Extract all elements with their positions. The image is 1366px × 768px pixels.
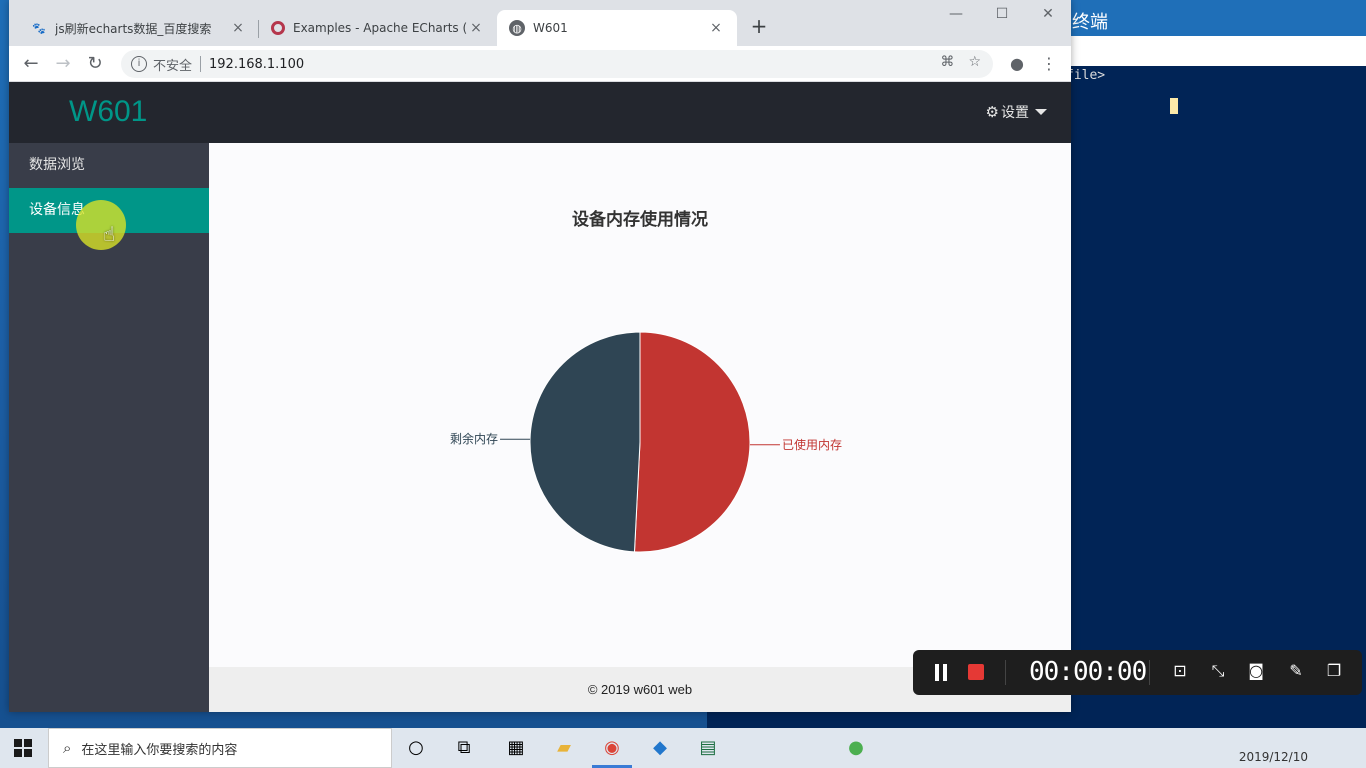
settings-menu[interactable]: ⚙ 设置 [986, 102, 1047, 122]
close-window-button[interactable]: ✕ [1025, 6, 1071, 22]
close-icon[interactable]: × [229, 20, 247, 36]
sidebar-item-data-browse[interactable]: 数据浏览 [9, 143, 209, 188]
tab-bar: 🐾 js刷新echarts数据_百度搜索 × Examples - Apache… [9, 0, 1071, 46]
maximize-button[interactable]: ☐ [979, 6, 1025, 22]
gear-icon: ⚙ [985, 103, 999, 121]
pen-icon[interactable]: ✎ [1285, 661, 1307, 680]
search-icon: ⌕ [63, 739, 72, 757]
terminal-prompt: file> [1066, 68, 1106, 83]
app-logo[interactable]: W601 [69, 95, 147, 129]
tab-title: W601 [533, 21, 568, 35]
focus-icon[interactable]: ⊡ [1169, 661, 1191, 680]
search-placeholder: 在这里输入你要搜索的内容 [81, 742, 238, 758]
app-header: W601 ⚙ 设置 [9, 82, 1071, 143]
menu-icon[interactable]: ⋮ [1039, 54, 1059, 73]
recorder-separator [1005, 660, 1006, 685]
back-button[interactable]: ← [19, 52, 43, 76]
file-explorer-icon[interactable]: ▰ [550, 734, 578, 762]
translate-icon[interactable]: ⌘ [940, 54, 954, 70]
profile-icon[interactable]: ● [1007, 54, 1027, 73]
address-bar[interactable]: i 不安全 192.168.1.100 ⌘ ☆ [121, 50, 993, 78]
taskbar-search[interactable]: ⌕ 在这里输入你要搜索的内容 [48, 728, 392, 768]
minimize-button[interactable]: — [933, 6, 979, 22]
app-icon[interactable]: ● [842, 734, 870, 762]
camera-icon[interactable]: ◙ [1245, 661, 1267, 680]
forward-button[interactable]: → [51, 52, 75, 76]
taskbar: ⌕ 在这里输入你要搜索的内容 ○ ⧉ ▦ ▰ ◉ ◆ ▤ ● 2019/12/1… [0, 728, 1366, 768]
pie-slice[interactable] [633, 331, 751, 553]
close-icon[interactable]: × [707, 20, 725, 36]
pie-label: 已使用内存 [782, 437, 842, 452]
baidu-paw-icon: 🐾 [32, 21, 46, 35]
hand-cursor-icon: ☝ [103, 222, 116, 246]
tab-title: js刷新echarts数据_百度搜索 [55, 21, 212, 36]
tab-w601[interactable]: ◍ W601 × [497, 10, 737, 46]
main-content: 设备内存使用情况 已使用内存 剩余内存 [209, 143, 1071, 667]
shrink-icon[interactable]: ⤡ [1207, 661, 1229, 681]
chrome-icon[interactable]: ◉ [598, 734, 626, 762]
terminal-cursor [1170, 98, 1178, 114]
excel-icon[interactable]: ▤ [694, 734, 722, 762]
close-icon[interactable]: × [467, 20, 485, 36]
tab-echarts[interactable]: Examples - Apache ECharts (in × [259, 10, 497, 46]
pie-label: 剩余内存 [450, 431, 498, 446]
echarts-icon [271, 21, 285, 35]
pause-icon[interactable] [933, 664, 949, 682]
windows-start-icon[interactable] [14, 739, 32, 757]
terminal-window[interactable]: 终端 file> [1060, 0, 1366, 728]
star-icon[interactable]: ☆ [968, 54, 981, 70]
tab-baidu[interactable]: 🐾 js刷新echarts数据_百度搜索 × [19, 10, 259, 46]
task-view-icon[interactable]: ⧉ [450, 734, 478, 762]
settings-label: 设置 [1001, 105, 1029, 121]
stop-icon[interactable] [968, 664, 984, 680]
calculator-icon[interactable]: ▦ [502, 734, 530, 762]
info-icon[interactable]: i [131, 56, 147, 72]
browser-window: 🐾 js刷新echarts数据_百度搜索 × Examples - Apache… [9, 0, 1071, 712]
browser-toolbar: ← → ↻ i 不安全 192.168.1.100 ⌘ ☆ ● ⋮ [9, 46, 1071, 82]
terminal-title: 终端 [1060, 0, 1366, 36]
tab-title: Examples - Apache ECharts (in [293, 21, 467, 35]
window-icon[interactable]: ❐ [1323, 661, 1345, 680]
omnibox-divider [200, 56, 202, 72]
cortana-icon[interactable]: ○ [402, 734, 430, 762]
new-tab-button[interactable]: + [747, 14, 771, 38]
reload-button[interactable]: ↻ [83, 52, 107, 76]
memory-pie-chart: 已使用内存 剩余内存 [450, 331, 842, 553]
vscode-icon[interactable]: ◆ [646, 734, 674, 762]
recording-timer: 00:00:00 [1029, 657, 1147, 687]
recorder-separator [1149, 660, 1150, 685]
security-status[interactable]: 不安全 [153, 55, 192, 74]
globe-icon: ◍ [509, 20, 525, 36]
taskbar-date: 2019/12/10 [1238, 750, 1308, 764]
url-text[interactable]: 192.168.1.100 [209, 57, 304, 72]
caret-down-icon [1035, 109, 1047, 115]
cursor-highlight [76, 200, 126, 250]
screen-recorder-bar: 00:00:00 ⊡ ⤡ ◙ ✎ ❐ [913, 650, 1362, 695]
pie-slice[interactable] [529, 331, 641, 553]
terminal-header-bar [1060, 36, 1366, 66]
